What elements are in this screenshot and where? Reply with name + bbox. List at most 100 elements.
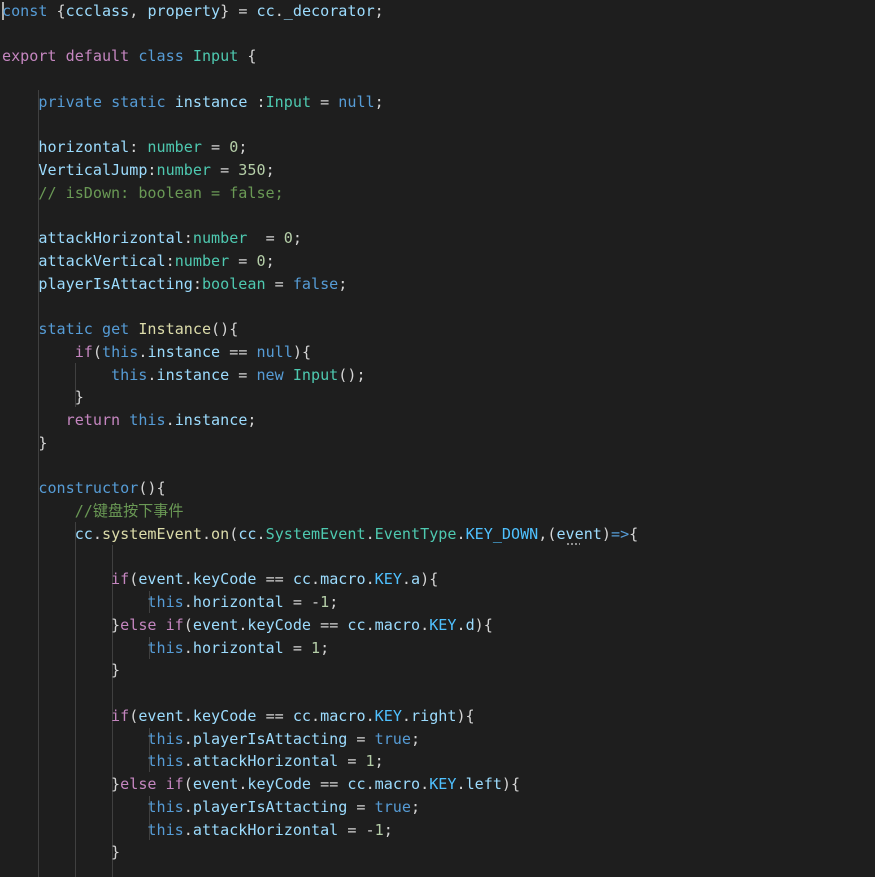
code-token: = - [338,820,375,839]
code-token: . [365,524,375,543]
code-line[interactable]: export default class Input { [2,45,257,67]
code-token: this [147,638,184,657]
code-token: get [101,320,130,338]
code-token: systemEvent [101,524,202,543]
code-token: ){ [292,342,312,361]
code-line[interactable]: const {ccclass, property} = cc._decorato… [2,0,384,22]
code-token: { [629,524,639,543]
code-token: number [192,229,248,247]
code-token: on [211,524,230,543]
code-line[interactable]: VerticalJump:number = 350; [2,159,274,181]
code-token: } [2,661,121,680]
code-line[interactable]: playerIsAttacting:boolean = false; [2,273,347,295]
code-token: } [2,433,48,452]
code-token: KEY_DOWN [465,524,539,543]
code-token: else [120,775,157,793]
code-token: cc [238,524,257,543]
code-line[interactable]: }else if(event.keyCode == cc.macro.KEY.d… [2,614,493,636]
code-token: ( [92,342,102,361]
code-token: ; [374,92,384,111]
code-line[interactable]: return this.instance; [2,409,257,431]
code-line[interactable]: private static instance :Input = null; [2,91,384,113]
code-token: ; [292,229,302,247]
code-token: ,( [538,524,557,543]
code-token: export [2,47,57,65]
code-line[interactable]: this.horizontal = 1; [2,637,329,659]
code-line[interactable]: if(this.instance == null){ [2,341,311,363]
code-token: . [256,524,266,543]
code-token: this [147,729,184,748]
code-token: . [365,706,375,725]
code-token: event [556,524,602,543]
code-token: KEY [374,706,402,725]
code-line[interactable]: attackVertical:number = 0; [2,250,274,272]
code-token: . [456,524,466,543]
code-token: attackVertical [38,251,166,270]
code-line[interactable]: this.attackHorizontal = -1; [2,819,392,841]
code-token: d [465,615,475,634]
code-token: : [183,229,193,247]
code-token: ; [320,638,330,657]
code-token: 1 [365,752,375,771]
code-line[interactable]: this.horizontal = -1; [2,591,338,613]
code-token: macro [320,570,366,589]
code-token: ) [601,524,611,543]
code-line[interactable]: horizontal: number = 0; [2,136,247,158]
code-line[interactable]: constructor(){ [2,477,165,499]
code-editor[interactable]: const {ccclass, property} = cc._decorato… [0,0,875,877]
code-token: = [338,752,366,771]
code-line[interactable]: this.instance = new Input(); [2,364,365,386]
code-token: ccclass [65,1,130,20]
code-token: keyCode [192,570,257,589]
code-line[interactable]: } [2,386,84,408]
code-token: . [147,365,157,384]
code-line[interactable]: attackHorizontal:number = 0; [2,227,302,249]
code-line[interactable]: //键盘按下事件 [2,500,184,522]
code-token: attackHorizontal [38,229,184,247]
code-token: ){ [501,775,521,793]
code-token: if [165,775,184,793]
code-token: ( [183,615,193,634]
code-line[interactable]: // isDown: boolean = false; [2,182,283,204]
code-token: cc [347,615,366,634]
code-token: . [365,615,375,634]
code-token: default [65,47,130,65]
code-token: ; [238,138,248,156]
code-token: . [311,570,321,589]
code-line[interactable]: if(event.keyCode == cc.macro.KEY.right){ [2,705,475,727]
code-line[interactable]: } [2,841,120,863]
code-token: ; [410,797,421,816]
code-line[interactable]: } [2,659,120,681]
code-token: ( [129,570,139,589]
code-token: this [147,593,184,611]
code-token: . [365,570,375,589]
code-line[interactable]: cc.systemEvent.on(cc.SystemEvent.EventTy… [2,523,639,545]
code-token: 1 [311,638,321,657]
code-token: number [147,138,202,156]
code-line[interactable]: }else if(event.keyCode == cc.macro.KEY.l… [2,773,520,795]
code-token: event [138,706,184,725]
code-line[interactable]: this.playerIsAttacting = true; [2,796,420,818]
code-token: property [147,1,221,20]
code-token: = [347,797,375,816]
code-line[interactable]: } [2,432,47,454]
code-line[interactable]: this.playerIsAttacting = true; [2,728,420,750]
code-token: ( [229,524,239,543]
code-token: keyCode [247,775,312,793]
code-token: instance [174,411,248,429]
code-token: . [183,752,193,771]
code-line[interactable]: if(event.keyCode == cc.macro.KEY.a){ [2,568,438,590]
code-token: horizontal [38,138,130,156]
code-token: cc [74,524,93,543]
code-line[interactable]: static get Instance(){ [2,318,238,340]
code-line[interactable]: this.attackHorizontal = 1; [2,750,383,772]
code-token: playerIsAttacting [192,729,348,748]
